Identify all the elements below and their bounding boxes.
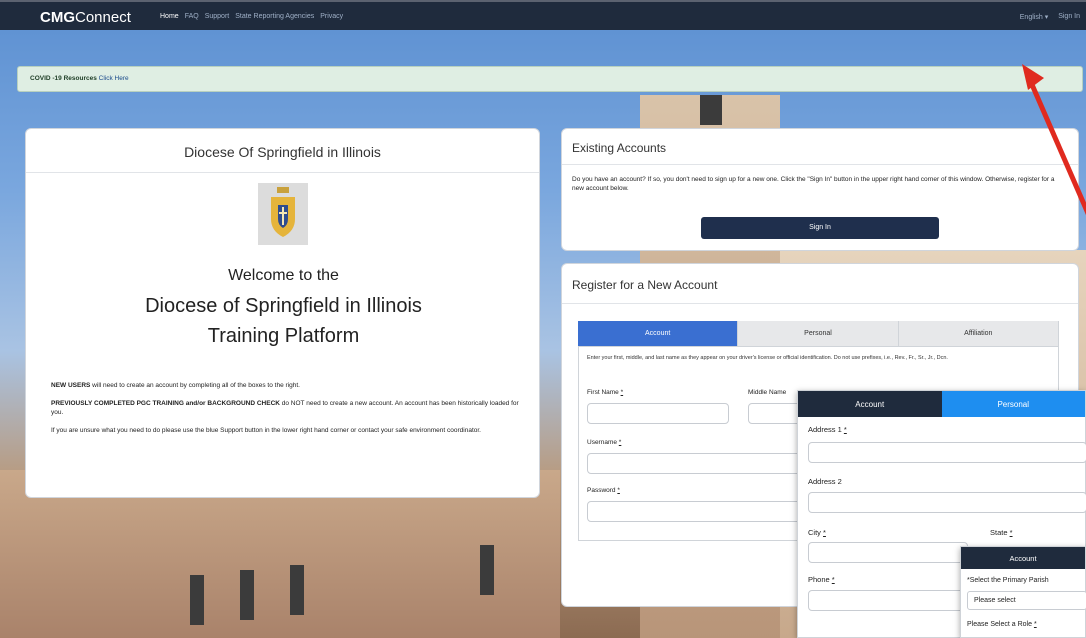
diocese-header: Diocese Of Springfield in Illinois bbox=[26, 129, 539, 173]
nav-state-reporting-agencies[interactable]: State Reporting Agencies bbox=[235, 13, 314, 20]
tab-affiliation[interactable]: Affiliation bbox=[898, 321, 1059, 346]
nav-sign-in[interactable]: Sign In bbox=[1058, 13, 1080, 21]
password-label: Password * bbox=[587, 487, 620, 494]
covid-banner: COVID -19 Resources Click Here bbox=[17, 66, 1083, 92]
register-tabs: Account Personal Affiliation bbox=[578, 321, 1059, 346]
nav-faq[interactable]: FAQ bbox=[185, 13, 199, 20]
name-instructions: Enter your first, middle, and last name … bbox=[587, 355, 948, 361]
red-arrow-annotation bbox=[1022, 64, 1086, 216]
brand-logo[interactable]: CMGConnect bbox=[40, 9, 131, 26]
existing-accounts-title: Existing Accounts bbox=[562, 129, 1078, 165]
nav-privacy[interactable]: Privacy bbox=[320, 13, 343, 20]
city-input[interactable] bbox=[808, 542, 968, 563]
affiliation-overlay-tab[interactable]: Account bbox=[961, 547, 1085, 569]
overlay-tab-account[interactable]: Account bbox=[798, 391, 942, 417]
right-nav: English ▾ Sign In bbox=[1020, 13, 1080, 21]
address2-label: Address 2 bbox=[808, 477, 842, 486]
language-dropdown[interactable]: English ▾ bbox=[1020, 13, 1048, 21]
state-label: State * bbox=[990, 528, 1013, 537]
instructions: NEW USERS will need to create an account… bbox=[51, 381, 526, 444]
address1-input[interactable] bbox=[808, 442, 1086, 463]
new-users-text: NEW USERS will need to create an account… bbox=[51, 382, 300, 389]
city-label: City * bbox=[808, 528, 826, 537]
overlay-tabs: Account Personal bbox=[798, 391, 1085, 417]
address1-label: Address 1 * bbox=[808, 425, 847, 434]
sign-in-button[interactable]: Sign In bbox=[701, 217, 939, 239]
role-label: Please Select a Role * bbox=[967, 621, 1037, 628]
register-title: Register for a New Account bbox=[562, 264, 1078, 304]
first-name-label: First Name * bbox=[587, 389, 624, 396]
caret-down-icon: ▾ bbox=[1044, 14, 1049, 21]
affiliation-form-overlay: Account *Select the Primary Parish Pleas… bbox=[960, 546, 1086, 638]
nav-home[interactable]: Home bbox=[160, 13, 179, 20]
nav-support[interactable]: Support bbox=[205, 13, 230, 20]
phone-label: Phone * bbox=[808, 575, 835, 584]
covid-link[interactable]: Click Here bbox=[99, 75, 129, 82]
previous-training-text: PREVIOUSLY COMPLETED PGC TRAINING and/or… bbox=[51, 400, 519, 416]
existing-accounts-text: Do you have an account? If so, you don't… bbox=[572, 176, 1055, 192]
middle-name-label: Middle Name bbox=[748, 389, 787, 396]
covid-label: COVID -19 Resources bbox=[30, 75, 97, 82]
welcome-heading: Welcome to the Diocese of Springfield in… bbox=[145, 267, 422, 347]
diocese-welcome-card: Diocese Of Springfield in Illinois Welco… bbox=[25, 128, 540, 498]
phone-input[interactable] bbox=[808, 590, 968, 611]
top-nav-bar: CMGConnect Home FAQ Support State Report… bbox=[0, 0, 1086, 30]
unsure-text: If you are unsure what you need to do pl… bbox=[51, 427, 481, 434]
overlay-tab-personal[interactable]: Personal bbox=[941, 391, 1085, 417]
primary-parish-label: *Select the Primary Parish bbox=[967, 577, 1049, 584]
tab-account[interactable]: Account bbox=[578, 321, 739, 346]
username-label: Username * bbox=[587, 439, 622, 446]
username-input[interactable] bbox=[587, 453, 812, 474]
first-name-input[interactable] bbox=[587, 403, 729, 424]
existing-accounts-card: Existing Accounts Do you have an account… bbox=[561, 128, 1079, 251]
diocese-crest-logo bbox=[258, 183, 308, 245]
primary-parish-select[interactable]: Please select bbox=[967, 591, 1086, 610]
tab-personal[interactable]: Personal bbox=[738, 321, 899, 346]
address2-input[interactable] bbox=[808, 492, 1086, 513]
main-nav: Home FAQ Support State Reporting Agencie… bbox=[160, 13, 343, 20]
password-input[interactable] bbox=[587, 501, 812, 522]
